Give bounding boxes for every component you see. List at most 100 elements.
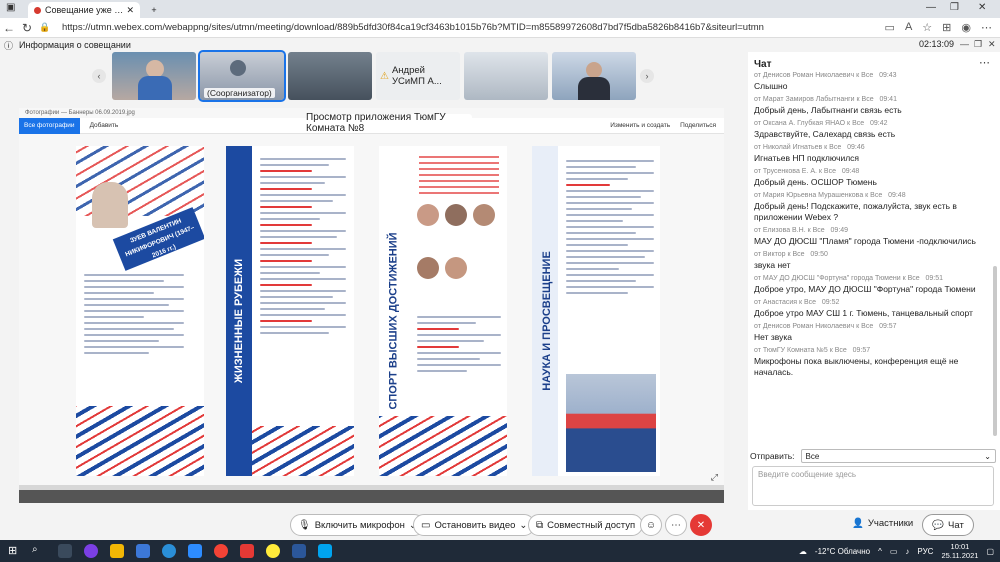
shared-image: ЗУЕВ ВАЛЕНТИН НИКИФОРОВИЧ (1947–2016 гг.… — [19, 134, 724, 485]
video-button[interactable]: ▭ Остановить видео ⌄ — [413, 514, 536, 536]
profile-icon[interactable]: ◉ — [961, 21, 971, 34]
refresh-icon[interactable]: ↻ — [18, 21, 36, 35]
portrait-photo — [92, 182, 128, 228]
weather-icon: ☁ — [798, 546, 807, 556]
minimize-meeting-icon[interactable]: — — [960, 39, 969, 49]
collections-icon[interactable]: ⊞ — [942, 21, 951, 34]
restore-meeting-icon[interactable]: ❐ — [974, 39, 982, 50]
chat-scrollbar[interactable] — [993, 266, 997, 436]
video-label: Остановить видео — [434, 519, 516, 531]
chat-button[interactable]: 💬 Чат — [922, 514, 974, 536]
video-camera-icon: ▭ — [421, 519, 431, 531]
chrome-icon[interactable] — [214, 544, 228, 558]
video-tile-6[interactable] — [552, 52, 636, 100]
notifications-icon[interactable]: ▢ — [986, 547, 994, 556]
maximize-icon[interactable]: ❐ — [950, 2, 959, 13]
chat-message: от МАУ ДО ДЮСШ "Фортуна" города Тюмени к… — [754, 275, 976, 294]
zoom-icon[interactable] — [188, 544, 202, 558]
close-window-icon[interactable]: ✕ — [978, 2, 986, 13]
booklet-panel-4: НАУКА И ПРОСВЕЩЕНИЕ — [532, 146, 660, 476]
add-button[interactable]: Добавить — [90, 122, 119, 129]
strip-prev-button[interactable]: ‹ — [92, 69, 106, 83]
favorite-icon[interactable]: ☆ — [922, 21, 932, 34]
read-icon[interactable]: A — [905, 21, 912, 34]
send-to-row: Отправить: Все ⌄ — [750, 448, 996, 464]
task-view-icon[interactable] — [58, 544, 72, 558]
strip-next-button[interactable]: › — [640, 69, 654, 83]
mail-icon[interactable] — [136, 544, 150, 558]
clock-date: 25.11.2021 — [941, 551, 979, 560]
start-icon[interactable]: ⊞ — [8, 544, 17, 557]
url-field[interactable]: https://utmn.webex.com/webappng/sites/ut… — [62, 22, 782, 33]
chat-message: от Оксана А. Глубкая ЯНАО к Все 09:42 Здр… — [754, 120, 896, 139]
meeting-info-link[interactable]: Информация о совещании — [19, 40, 131, 50]
more-options-button[interactable]: ⋯ — [665, 514, 687, 536]
edit-create-button[interactable]: Изменить и создать — [610, 122, 670, 129]
chat-bubble-icon: 💬 — [932, 519, 945, 531]
booklet-panel-1: ЗУЕВ ВАЛЕНТИН НИКИФОРОВИЧ (1947–2016 гг.… — [76, 146, 204, 476]
yandex-icon[interactable] — [240, 544, 254, 558]
viewer-share-button[interactable]: Поделиться — [680, 122, 716, 129]
panel-title-2: СПОРТ ВЫСШИХ ДОСТИЖЕНИЙ — [388, 232, 401, 410]
alice-icon[interactable] — [84, 544, 98, 558]
more-icon[interactable]: ⋯ — [981, 21, 992, 34]
yandex-browser-icon[interactable] — [266, 544, 280, 558]
plus-icon: + — [151, 5, 157, 15]
booklet-panel-2: ЖИЗНЕННЫЕ РУБЕЖИ — [226, 146, 354, 476]
chat-more-icon[interactable]: ⋯ — [979, 56, 990, 69]
chat-panel: Чат ⋯ от Денисов Роман Николаевич к Все … — [748, 52, 1000, 510]
network-icon[interactable]: ▭ — [890, 547, 898, 556]
participant-name: Андрей УСиМП А... — [391, 65, 442, 87]
back-icon[interactable]: ← — [0, 21, 18, 35]
browser-tab-bar: ▣ Совещание уже проводи ✕ + — ❐ ✕ — [0, 0, 1000, 18]
minimize-icon[interactable]: — — [926, 2, 936, 13]
expand-icon[interactable]: ⤢ — [711, 472, 718, 483]
reactions-button[interactable]: ☺ — [640, 514, 662, 536]
language-indicator[interactable]: РУС — [917, 547, 933, 556]
video-tile-cohost[interactable]: (Соорганизатор) — [198, 50, 286, 102]
chat-input[interactable]: Введите сообщение здесь — [752, 466, 994, 506]
window-menu-icon[interactable]: ▣ — [6, 2, 15, 13]
chat-message: от Денисов Роман Николаевич к Все 09:57 Н… — [754, 323, 897, 342]
video-tile-5[interactable] — [464, 52, 548, 100]
chat-message: от Николай Игнатьев к Все 09:46 Игнатьев … — [754, 144, 865, 163]
meeting-timer: 02:13:09 — [918, 39, 954, 49]
video-tile-3[interactable] — [288, 52, 372, 100]
camera-icon[interactable]: ▭ — [885, 21, 895, 34]
tray-arrow-icon[interactable]: ^ — [878, 547, 882, 556]
close-tab-icon[interactable]: ✕ — [126, 5, 134, 16]
video-tile-name[interactable]: ⚠ Андрей УСиМП А... — [376, 52, 460, 100]
mute-button[interactable]: 🎙 Включить микрофон ⌄ — [290, 514, 425, 536]
team-photo — [566, 374, 656, 472]
participants-button[interactable]: 👤 Участники — [852, 518, 913, 529]
more-icon: ⋯ — [671, 519, 681, 531]
new-tab-button[interactable]: + — [142, 2, 166, 18]
chat-message: от Трусенкова Е. А. к Все 09:48 Добрый де… — [754, 168, 877, 187]
send-to-select[interactable]: Все ⌄ — [800, 449, 996, 463]
close-icon: ✕ — [696, 519, 706, 531]
shared-screen: Фотографии — Баннеры 06.09.2019.jpg Все … — [19, 108, 724, 503]
clock-time: 10:01 — [950, 542, 970, 551]
chat-message: от Мария Юрьевна Мурашенкова к Все 09:48… — [754, 192, 957, 222]
folder-icon[interactable] — [110, 544, 124, 558]
chat-title: Чат — [754, 59, 772, 70]
recording-icon — [34, 6, 41, 14]
search-icon[interactable]: ⌕ — [32, 544, 38, 555]
share-button[interactable]: ⧉ Совместный доступ — [528, 514, 644, 536]
weather-text[interactable]: -12°C Облачно — [815, 547, 870, 556]
all-photos-button[interactable]: Все фотографии — [19, 117, 80, 134]
leave-meeting-button[interactable]: ✕ — [690, 514, 712, 536]
webex-icon[interactable] — [318, 544, 332, 558]
chat-message: от Анастасия к Все 09:52 Доброе утро МАУ … — [754, 299, 973, 318]
volume-icon[interactable]: ♪ — [905, 547, 909, 556]
word-icon[interactable] — [292, 544, 306, 558]
booklet-panel-3: СПОРТ ВЫСШИХ ДОСТИЖЕНИЙ — [379, 146, 507, 476]
chat-message: от Денисов Роман Николаевич к Все 09:43 С… — [754, 72, 897, 91]
tab-meeting[interactable]: Совещание уже проводи ✕ — [28, 2, 140, 18]
edge-icon[interactable] — [162, 544, 176, 558]
video-tile-1[interactable] — [112, 52, 196, 100]
close-meeting-icon[interactable]: ✕ — [988, 39, 996, 50]
clock[interactable]: 10:01 25.11.2021 — [941, 542, 978, 560]
chat-label: Чат — [948, 519, 964, 531]
share-banner: Просмотр приложения ТюмГУ Комната №8 — [306, 112, 472, 134]
